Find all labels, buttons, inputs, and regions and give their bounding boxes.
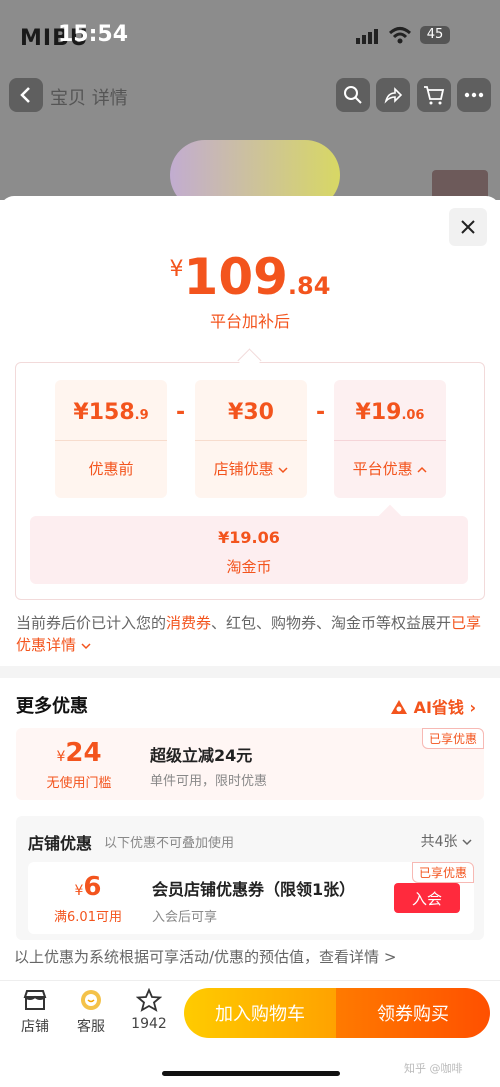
nav-title: 宝贝 详情	[50, 88, 128, 109]
search-button[interactable]	[336, 78, 370, 112]
search-icon	[344, 86, 362, 104]
customer-service-icon	[81, 990, 101, 1010]
ai-icon	[391, 700, 407, 714]
battery-indicator: 45	[420, 26, 450, 44]
store-button[interactable]: 店铺	[10, 988, 60, 1036]
favorite-button[interactable]: 1942	[124, 987, 174, 1032]
service-button[interactable]: 客服	[66, 988, 116, 1036]
store-discount-box[interactable]: ¥30 店铺优惠	[195, 380, 307, 498]
store-icon	[23, 990, 47, 1010]
more-button[interactable]	[457, 78, 491, 112]
add-to-cart-button[interactable]: 加入购物车	[184, 988, 336, 1038]
claim-and-buy-button[interactable]: 领券购买	[336, 988, 490, 1038]
chevron-down-icon	[81, 643, 91, 650]
platform-discount-box[interactable]: ¥19.06 平台优惠	[334, 380, 446, 498]
back-button[interactable]	[9, 78, 43, 112]
wifi-icon	[388, 26, 412, 48]
home-indicator	[162, 1071, 340, 1076]
close-icon	[461, 220, 475, 234]
discount-note: 当前券后价已计入您的消费券、红包、购物券、淘金币等权益展开已享优惠详情	[16, 614, 482, 654]
share-icon	[384, 87, 403, 104]
promo-card: ¥24 无使用门槛 超级立减24元 单件可用，限时优惠 已享优惠	[16, 728, 484, 800]
star-icon	[135, 987, 163, 1012]
minus-sign: -	[316, 400, 326, 425]
chevron-up-icon	[417, 466, 427, 473]
ai-save-link[interactable]: AI省钱 ›	[390, 694, 476, 718]
signal-icon	[356, 28, 380, 48]
chevron-left-icon	[20, 87, 30, 103]
taojinbi-row: ¥19.06 淘金币	[30, 516, 468, 584]
close-button[interactable]	[449, 208, 487, 246]
more-dots-icon	[464, 92, 484, 98]
chevron-down-icon	[278, 467, 288, 474]
coupon-count[interactable]: 共4张	[421, 831, 472, 851]
watermark: 知乎 @咖啡	[404, 1062, 463, 1075]
share-button[interactable]	[376, 78, 410, 112]
final-price-label: 平台加补后	[209, 312, 290, 331]
price-before-box: ¥158.9 优惠前	[55, 380, 167, 498]
enjoyed-tag: 已享优惠	[411, 862, 474, 883]
estimate-note[interactable]: 以上优惠为系统根据可享活动/优惠的预估值，查看详情 >	[14, 946, 396, 967]
enjoyed-tag: 已享优惠	[421, 728, 484, 749]
join-member-button[interactable]: 入会	[394, 883, 460, 913]
section-divider	[0, 666, 500, 678]
minus-sign: -	[176, 400, 186, 425]
cart-button[interactable]	[417, 78, 451, 112]
final-price: ¥109.84	[169, 248, 331, 306]
status-time: 15:54	[58, 22, 129, 47]
more-discounts-title: 更多优惠	[16, 696, 88, 717]
cart-icon	[424, 86, 445, 105]
chevron-down-icon	[462, 839, 472, 846]
